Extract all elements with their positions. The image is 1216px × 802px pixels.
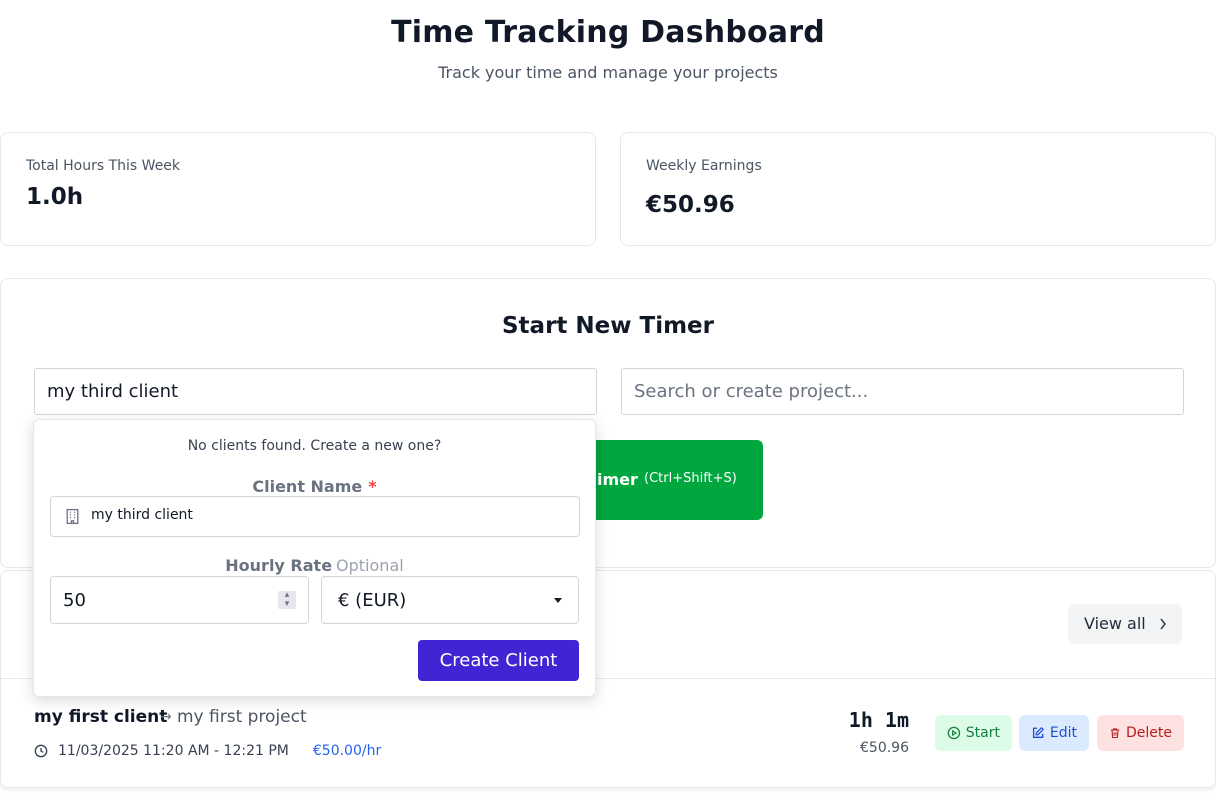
client-name-value: my third client	[91, 507, 193, 523]
entry-start-label: Start	[965, 725, 1000, 741]
page-title: Time Tracking Dashboard	[391, 15, 825, 50]
hours-stat-value: 1.0h	[26, 184, 84, 210]
edit-icon	[1032, 726, 1044, 738]
create-client-popup: No clients found. Create a new one? Clie…	[33, 419, 596, 697]
hourly-rate-value: 50	[63, 590, 86, 611]
view-all-button[interactable]: View all	[1068, 604, 1182, 644]
caret-down-icon	[554, 598, 562, 603]
entry-meta: 11/03/2025 11:20 AM - 12:21 PM €50.00/hr	[34, 743, 381, 759]
currency-select[interactable]: € (EUR)	[321, 576, 579, 624]
entry-rate: €50.00/hr	[312, 743, 382, 759]
entry-time-range: 11/03/2025 11:20 AM - 12:21 PM	[58, 743, 289, 759]
trash-icon	[1110, 728, 1120, 739]
client-name-field[interactable]: my third client	[50, 496, 580, 537]
earnings-stat-value: €50.96	[646, 192, 735, 218]
chevron-right-icon	[1158, 604, 1168, 659]
building-icon	[66, 508, 79, 525]
entry-delete-button[interactable]: Delete	[1097, 715, 1184, 751]
no-clients-note: No clients found. Create a new one?	[187, 438, 442, 454]
create-client-button[interactable]: Create Client	[418, 640, 579, 681]
required-mark: *	[368, 477, 377, 496]
entry-duration: 1h 1m	[848, 708, 909, 732]
play-circle-icon	[947, 726, 961, 740]
start-timer-shortcut: (Ctrl+Shift+S)	[644, 471, 737, 486]
project-search-input[interactable]: Search or create project...	[621, 368, 1184, 415]
hours-stat-card: Total Hours This Week 1.0h	[0, 132, 596, 246]
page-subtitle: Track your time and manage your projects	[438, 63, 778, 82]
entry-start-button[interactable]: Start	[935, 715, 1012, 751]
client-name-label-text: Client Name	[252, 477, 363, 496]
hourly-rate-field[interactable]: 50 ▴ ▾	[50, 576, 309, 624]
clock-icon	[34, 744, 48, 758]
entry-edit-button[interactable]: Edit	[1019, 715, 1089, 751]
entry-project-name: my first project	[177, 707, 307, 727]
currency-value: € (EUR)	[338, 590, 407, 611]
hourly-rate-label-text: Hourly Rate	[225, 556, 333, 575]
client-name-label: Client Name *	[34, 477, 595, 496]
hourly-rate-label: Hourly Rate Optional	[34, 556, 595, 575]
view-all-label: View all	[1084, 614, 1146, 633]
entry-earnings: €50.96	[860, 740, 909, 756]
timer-title: Start New Timer	[501, 313, 714, 339]
arrow-right-icon: →	[160, 709, 172, 725]
hours-stat-label: Total Hours This Week	[26, 158, 181, 174]
number-stepper-icon[interactable]: ▴ ▾	[278, 591, 296, 609]
entry-delete-label: Delete	[1126, 725, 1172, 741]
optional-label: Optional	[336, 556, 404, 575]
start-timer-label: imer	[597, 470, 638, 489]
entry-edit-label: Edit	[1049, 725, 1077, 741]
client-search-input[interactable]: my third client	[34, 368, 597, 415]
earnings-stat-label: Weekly Earnings	[646, 158, 762, 174]
entry-client-name: my first client	[34, 707, 168, 727]
earnings-stat-card: Weekly Earnings €50.96	[620, 132, 1216, 246]
